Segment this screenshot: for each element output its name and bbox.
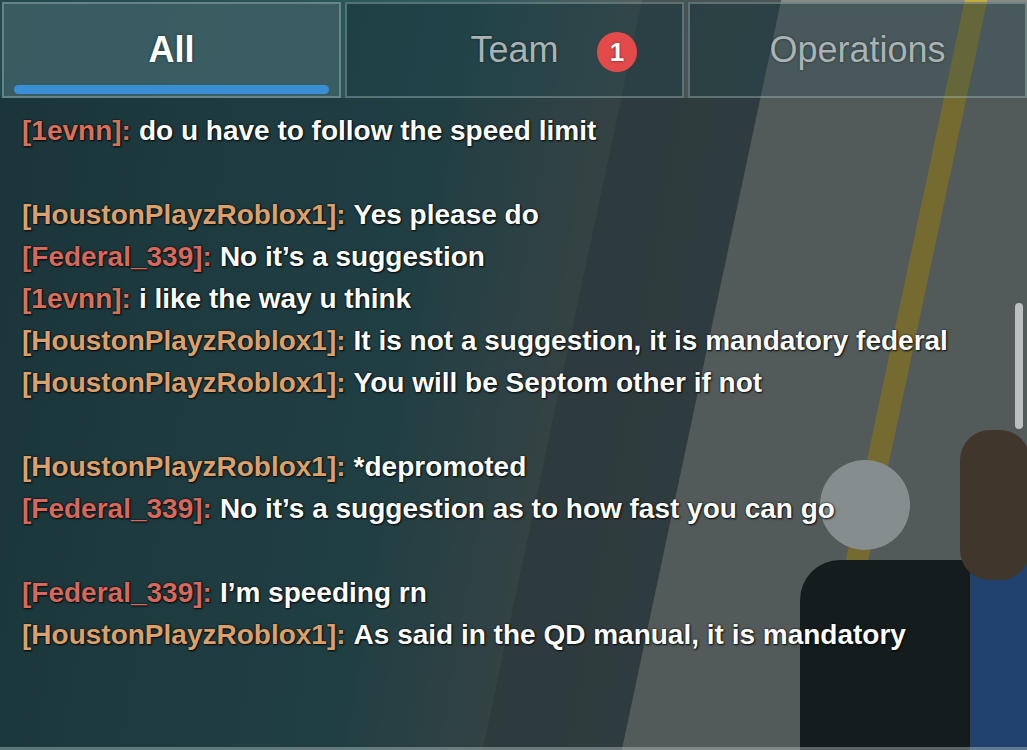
chat-message: [Federal_339]: I’m speeding rn	[22, 572, 991, 614]
selected-underline	[14, 85, 329, 94]
player-name[interactable]: [1evnn]:	[22, 115, 131, 146]
chat-message: [Federal_339]: No it’s a suggestion as to…	[22, 488, 991, 530]
message-text: *depromoted	[354, 451, 527, 482]
tab-label: All	[148, 29, 194, 71]
message-text: i like the way u think	[139, 283, 411, 314]
chat-message: [HoustonPlayzRoblox1]: You will be Septom…	[22, 362, 991, 404]
chat-tab[interactable]: Team 1	[345, 2, 684, 98]
chat-log: [1evnn]: do u have to follow the speed li…	[0, 98, 1027, 750]
chat-message: [1evnn]: i like the way u think	[22, 278, 991, 320]
message-text: No it’s a suggestion	[220, 241, 485, 272]
chat-message: [1evnn]: do u have to follow the speed li…	[22, 110, 991, 152]
chat-message: [HoustonPlayzRoblox1]: It is not a sugges…	[22, 320, 991, 362]
message-text: As said in the QD manual, it is mandator…	[354, 619, 906, 650]
player-name[interactable]: [HoustonPlayzRoblox1]:	[22, 367, 346, 398]
message-text: It is not a suggestion, it is mandatory …	[354, 325, 948, 356]
player-name[interactable]: [HoustonPlayzRoblox1]:	[22, 451, 346, 482]
chat-message: [Federal_339]: No it’s a suggestion	[22, 236, 991, 278]
message-text: Yes please do	[354, 199, 539, 230]
chat-tabs: All Team 1 Operations	[0, 0, 1027, 98]
player-name[interactable]: [Federal_339]:	[22, 577, 212, 608]
unread-badge: 1	[597, 32, 637, 72]
chat-message: [HoustonPlayzRoblox1]: Yes please do	[22, 194, 991, 236]
scrollbar[interactable]	[1015, 303, 1023, 429]
tab-label: Operations	[769, 29, 945, 71]
player-name[interactable]: [1evnn]:	[22, 283, 131, 314]
player-name[interactable]: [HoustonPlayzRoblox1]:	[22, 199, 346, 230]
message-text: You will be Septom other if not	[354, 367, 763, 398]
player-name[interactable]: [HoustonPlayzRoblox1]:	[22, 619, 346, 650]
player-name[interactable]: [Federal_339]:	[22, 241, 212, 272]
chat-tab[interactable]: Operations	[688, 2, 1027, 98]
message-text: do u have to follow the speed limit	[139, 115, 596, 146]
message-text: No it’s a suggestion as to how fast you …	[220, 493, 835, 524]
message-text: I’m speeding rn	[220, 577, 427, 608]
player-name[interactable]: [Federal_339]:	[22, 493, 212, 524]
chat-tab[interactable]: All	[2, 2, 341, 98]
tab-label: Team	[470, 29, 558, 71]
chat-message: [HoustonPlayzRoblox1]: *depromoted	[22, 446, 991, 488]
chat-message: [HoustonPlayzRoblox1]: As said in the QD …	[22, 614, 991, 656]
player-name[interactable]: [HoustonPlayzRoblox1]:	[22, 325, 346, 356]
